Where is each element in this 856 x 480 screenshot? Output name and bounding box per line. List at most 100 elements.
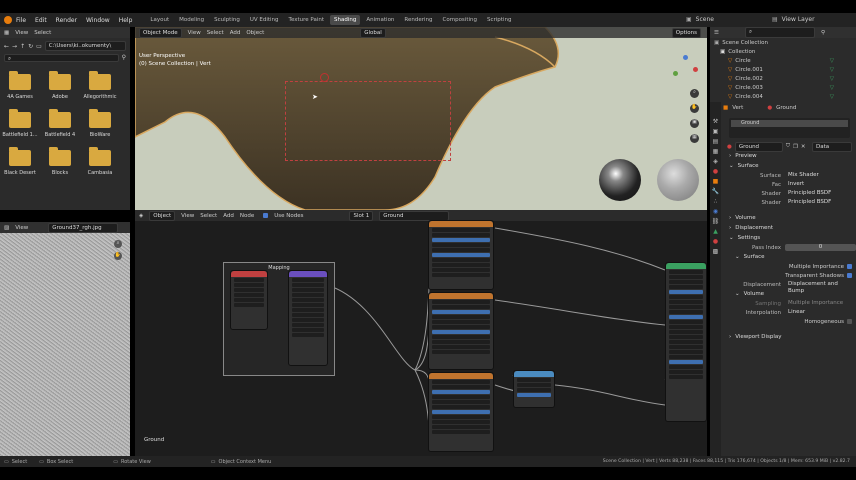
fake-user-icon[interactable]: ⛉ — [786, 143, 790, 150]
menu-file[interactable]: File — [16, 17, 26, 24]
menu-help[interactable]: Help — [119, 17, 133, 24]
folder-item[interactable]: BioWare — [89, 109, 129, 138]
view-layer-label[interactable]: View Layer — [782, 16, 815, 23]
blender-logo-icon[interactable] — [4, 16, 12, 24]
surface-section[interactable]: ⌄ Surface — [723, 161, 856, 171]
outliner-root[interactable]: ▣ Scene Collection — [710, 38, 856, 47]
sampling-dropdown[interactable]: Multiple Importance — [785, 300, 856, 307]
folder-item[interactable]: Cambasia — [88, 147, 129, 176]
physics-tab-icon[interactable]: ◉ — [713, 208, 718, 215]
image-texture-node-2[interactable] — [428, 292, 494, 370]
outliner-editor-icon[interactable]: ☰ — [714, 30, 719, 36]
tab-modeling[interactable]: Modeling — [175, 15, 208, 25]
scene-tab-icon[interactable]: ◈ — [713, 158, 718, 165]
pass-index-field[interactable]: 0 — [785, 244, 856, 251]
outliner-item[interactable]: ▽ Circle.004 ▽ — [710, 92, 856, 101]
transform-orientation-dropdown[interactable]: Global — [360, 27, 386, 38]
fb-menu-view[interactable]: View — [15, 30, 28, 36]
settings-surface-subsection[interactable]: ⌄ Surface — [723, 252, 856, 262]
zoom-view-icon[interactable]: ⌕ — [690, 89, 699, 98]
camera-view-icon[interactable]: ▣ — [690, 119, 699, 128]
fb-menu-select[interactable]: Select — [34, 30, 51, 36]
navigation-gizmo[interactable] — [671, 55, 699, 83]
outliner-filter-icon[interactable]: ⚲ — [821, 30, 825, 36]
transparent-shadows-checkbox[interactable] — [847, 273, 852, 278]
back-icon[interactable]: ← — [4, 43, 9, 50]
settings-section[interactable]: ⌄ Settings — [723, 233, 856, 243]
material-browse-icon[interactable]: ● — [727, 144, 732, 150]
surface-property-value[interactable]: Invert — [785, 181, 856, 188]
material-tab-icon[interactable]: ● — [713, 238, 718, 245]
zoom-icon[interactable]: ⌕ — [114, 240, 122, 248]
outliner-search-input[interactable]: ⌕ — [744, 27, 815, 38]
gizmo-x-axis[interactable] — [693, 67, 698, 72]
forward-icon[interactable]: → — [12, 43, 17, 50]
vp-menu-object[interactable]: Object — [246, 30, 264, 36]
grid-view-icon[interactable]: ▦ — [690, 134, 699, 143]
preview-section[interactable]: › Preview — [723, 151, 856, 161]
world-tab-icon[interactable]: ● — [713, 168, 718, 175]
tab-shading[interactable]: Shading — [330, 15, 361, 25]
duplicate-material-icon[interactable]: ❐ — [793, 144, 798, 150]
image-name-field[interactable]: Ground37_rgh.jpg — [48, 222, 119, 233]
image-texture-node-3[interactable] — [428, 372, 494, 452]
outliner-item[interactable]: ▽ Circle.003 ▽ — [710, 83, 856, 92]
tab-scripting[interactable]: Scripting — [483, 15, 515, 25]
new-folder-icon[interactable]: ▭ — [36, 43, 42, 50]
link-data-dropdown[interactable]: Data — [812, 141, 852, 152]
ie-menu-view[interactable]: View — [15, 225, 28, 231]
surface-property-value[interactable]: Principled BSDF — [785, 199, 856, 206]
tab-texture-paint[interactable]: Texture Paint — [285, 15, 329, 25]
tab-sculpting[interactable]: Sculpting — [210, 15, 244, 25]
image-texture-node-1[interactable] — [428, 220, 494, 290]
menu-render[interactable]: Render — [56, 17, 77, 24]
object-tab-icon[interactable]: ■ — [713, 178, 719, 185]
mapping-node[interactable] — [288, 270, 328, 366]
options-button[interactable]: Options — [671, 27, 701, 38]
filter-icon[interactable]: ⚲ — [122, 54, 126, 62]
tab-layout[interactable]: Layout — [146, 15, 173, 25]
menu-edit[interactable]: Edit — [35, 17, 47, 24]
tab-compositing[interactable]: Compositing — [439, 15, 481, 25]
path-field[interactable]: C:\Users\ki..okumenty\ — [44, 41, 126, 51]
folder-item[interactable]: Allegorithmic — [83, 71, 129, 100]
outliner-item[interactable]: ▽ Circle.001 ▽ — [710, 65, 856, 74]
search-input[interactable]: ⌕ — [4, 54, 119, 62]
refresh-icon[interactable]: ↻ — [28, 43, 33, 50]
material-name-field[interactable]: Ground — [734, 141, 783, 152]
unlink-material-icon[interactable]: ✕ — [801, 144, 806, 150]
constraints-tab-icon[interactable]: ⛓ — [712, 218, 720, 225]
material-slot-item[interactable]: Ground — [731, 120, 848, 127]
3d-cursor-icon[interactable] — [320, 73, 329, 82]
surface-property-value[interactable]: Mix Shader — [785, 172, 856, 179]
homogeneous-checkbox[interactable] — [847, 319, 852, 324]
3d-viewport[interactable]: Object Mode View Select Add Object Globa… — [135, 27, 707, 210]
texture-coordinate-node[interactable] — [230, 270, 268, 330]
tab-animation[interactable]: Animation — [362, 15, 398, 25]
menu-window[interactable]: Window — [86, 17, 110, 24]
gizmo-y-axis[interactable] — [673, 71, 678, 76]
interpolation-dropdown[interactable]: Linear — [785, 309, 856, 316]
tab-rendering[interactable]: Rendering — [400, 15, 436, 25]
displacement-method-dropdown[interactable]: Displacement and Bump — [785, 281, 856, 294]
modifier-tab-icon[interactable]: 🔧 — [712, 188, 719, 195]
volume-section[interactable]: › Volume — [723, 213, 856, 223]
parent-icon[interactable]: ↑ — [20, 43, 25, 50]
file-browser-editor-icon[interactable]: ▦ — [4, 30, 9, 36]
render-tab-icon[interactable]: ▣ — [713, 128, 719, 135]
data-tab-icon[interactable]: ▲ — [713, 228, 718, 235]
object-mode-dropdown[interactable]: Object Mode — [139, 27, 182, 38]
image-editor-icon[interactable]: ▨ — [4, 225, 9, 231]
vp-menu-view[interactable]: View — [188, 30, 201, 36]
output-tab-icon[interactable]: ▤ — [713, 138, 719, 145]
outliner-item[interactable]: ▽ Circle.002 ▽ — [710, 74, 856, 83]
texture-tab-icon[interactable]: ▩ — [713, 248, 719, 255]
displacement-section[interactable]: › Displacement — [723, 223, 856, 233]
vp-menu-add[interactable]: Add — [230, 30, 241, 36]
outliner-item[interactable]: ▽ Circle ▽ — [710, 56, 856, 65]
tool-tab-icon[interactable]: ⚒ — [713, 118, 718, 125]
outliner-item[interactable]: ▣ Collection — [710, 47, 856, 56]
normal-map-node[interactable] — [513, 370, 555, 408]
scene-label[interactable]: Scene — [696, 16, 714, 23]
shader-node-editor[interactable]: ◈ Object View Select Add Node Use Nodes … — [135, 210, 707, 456]
